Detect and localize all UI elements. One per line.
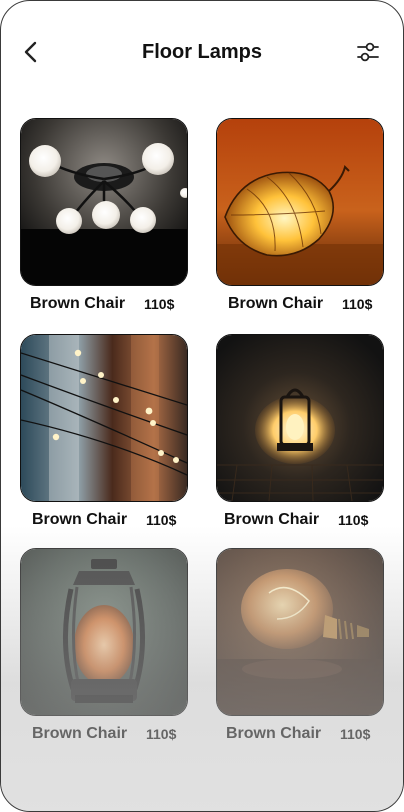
sliders-icon xyxy=(357,42,379,62)
string-lights-image xyxy=(21,335,187,501)
oil-lantern-image xyxy=(21,549,187,715)
product-image-oil-lantern[interactable] xyxy=(20,548,188,716)
product-name: Brown Chair xyxy=(224,511,320,528)
lantern-pavement-image xyxy=(217,335,383,501)
filter-button[interactable] xyxy=(355,39,381,65)
product-price: 110$ xyxy=(146,512,177,528)
product-card[interactable]: Brown Chair 110$ xyxy=(216,334,403,550)
product-image-lantern-pod[interactable] xyxy=(216,118,384,286)
product-image-lantern-pavement[interactable] xyxy=(216,334,384,502)
product-card[interactable]: Brown Chair 110$ xyxy=(20,118,222,334)
product-name: Brown Chair xyxy=(32,511,128,528)
product-price: 110$ xyxy=(338,512,369,528)
product-image-string-lights[interactable] xyxy=(20,334,188,502)
product-name: Brown Chair xyxy=(30,295,126,312)
page-title: Floor Lamps xyxy=(141,41,262,63)
product-price: 110$ xyxy=(146,726,177,742)
product-name: Brown Chair xyxy=(32,725,128,742)
product-card[interactable]: Brown Chair 110$ xyxy=(216,548,403,764)
product-card[interactable]: Brown Chair 110$ xyxy=(20,334,222,550)
product-price: 110$ xyxy=(342,296,373,312)
product-name: Brown Chair xyxy=(228,295,324,312)
product-price: 110$ xyxy=(144,296,175,312)
app-header: Floor Lamps xyxy=(1,29,403,75)
product-image-ceiling-lamp[interactable] xyxy=(20,118,188,286)
product-card[interactable]: Brown Chair 110$ xyxy=(216,118,403,334)
product-card[interactable]: Brown Chair 110$ xyxy=(20,548,222,764)
lantern-pod-image xyxy=(217,119,383,285)
ceiling-lamp-image xyxy=(21,119,187,285)
edison-bulb-image xyxy=(217,549,383,715)
product-name: Brown Chair xyxy=(226,725,322,742)
phone-frame: Floor Lamps Brown Chair 110$ Brown Chair… xyxy=(0,0,404,812)
product-image-edison-bulb[interactable] xyxy=(216,548,384,716)
product-price: 110$ xyxy=(340,726,371,742)
